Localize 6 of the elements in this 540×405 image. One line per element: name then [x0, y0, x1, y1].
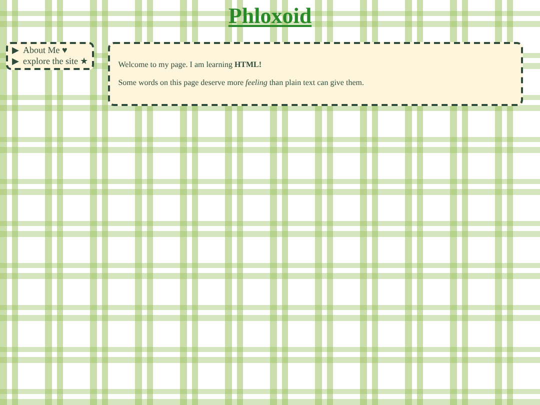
nav-link[interactable]: About Me ♥ [23, 45, 68, 56]
paragraph: Welcome to my page. I am learning HTML! [118, 60, 263, 70]
triangle-marker: ▶ [12, 45, 19, 56]
paragraph: Some words on this page deserve more feeling than plain text can give them. [118, 78, 365, 88]
nav-link[interactable]: explore the site ★ [23, 56, 88, 67]
triangle-marker: ▶ [12, 56, 19, 67]
